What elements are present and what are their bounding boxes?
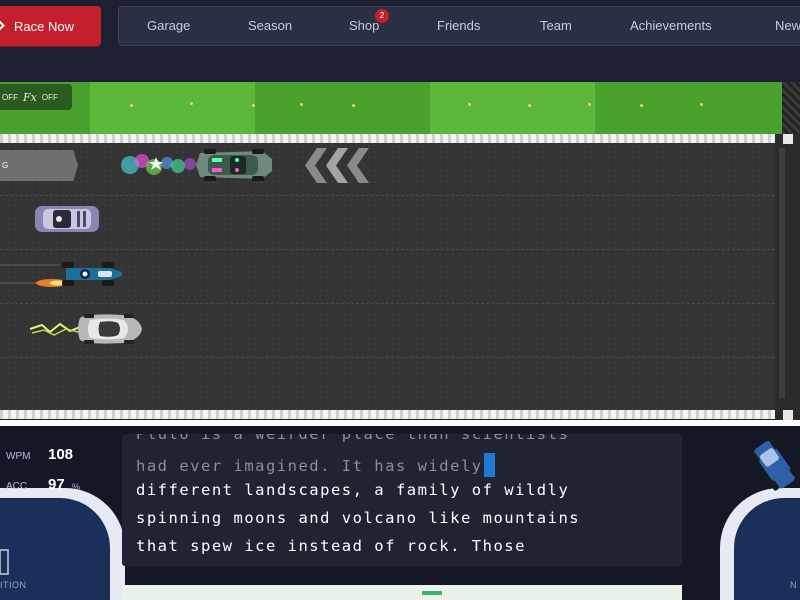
acc-value: 97 (48, 476, 65, 493)
position-icon (0, 549, 9, 575)
nav-friends[interactable]: Friends (437, 7, 480, 45)
game-screen: Race Now Garage Season Shop 2 Friends Te… (0, 0, 800, 600)
wpm-value: 108 (48, 446, 74, 463)
race-now-label: Race Now (14, 18, 74, 34)
main-nav: Garage Season Shop 2 Friends Team Achiev… (118, 6, 800, 46)
race-now-button[interactable]: Race Now (0, 6, 101, 46)
fx-icon: Fx (23, 90, 37, 104)
nav-achievements[interactable]: Achievements (630, 7, 712, 45)
nav-new[interactable]: New (775, 7, 800, 45)
top-curb (0, 134, 775, 143)
player-car (121, 149, 272, 181)
text-line-3: different landscapes, a family of wildly (136, 481, 570, 499)
nav-season[interactable]: Season (248, 7, 292, 45)
player-name-tag: G (0, 150, 78, 181)
opponent-car-2 (35, 206, 99, 232)
typed-line-1: Pluto is a weirder place than scientists (136, 434, 570, 443)
race-diamond-icon (0, 19, 5, 32)
fx-toggle[interactable]: OFF (42, 93, 58, 102)
typing-area[interactable]: Pluto is a weirder place than scientists… (122, 434, 682, 566)
acc-label: ACC (6, 481, 28, 492)
text-line-5: that spew ice instead of rock. Those (136, 537, 526, 555)
grass-border (782, 82, 800, 134)
bottom-progress-strip (122, 585, 682, 600)
right-wing-label: N (790, 580, 797, 590)
bottom-curb (0, 410, 775, 419)
car-preview-icon (752, 438, 799, 491)
speed-chevrons-icon (305, 148, 369, 183)
nav-team[interactable]: Team (540, 7, 572, 45)
acc-unit: % (72, 482, 81, 492)
position-label: ITION (0, 580, 27, 590)
shop-badge: 2 (375, 9, 389, 23)
typing-cursor (483, 453, 495, 477)
sound-toggle[interactable]: OFF (2, 93, 18, 102)
wpm-label: WPM (6, 451, 31, 462)
text-line-4: spinning moons and volcano like mountain… (136, 509, 581, 527)
typed-line-2: had ever imagined. It has widely (136, 453, 495, 477)
nav-garage[interactable]: Garage (147, 7, 190, 45)
opponent-car-4 (29, 314, 142, 344)
opponent-car-3 (0, 262, 122, 287)
grass-strip (0, 82, 800, 134)
top-bar: Race Now Garage Season Shop 2 Friends Te… (0, 0, 800, 82)
fx-panel: OFF Fx OFF (0, 84, 72, 110)
track-scrollbar[interactable] (775, 134, 800, 420)
